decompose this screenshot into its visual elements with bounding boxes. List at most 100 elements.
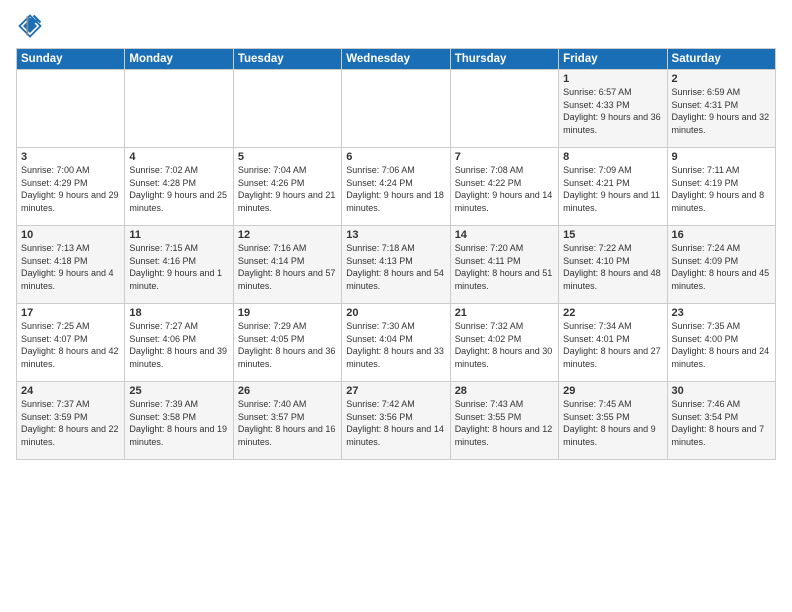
day-cell: [233, 70, 341, 148]
day-cell: 24Sunrise: 7:37 AM Sunset: 3:59 PM Dayli…: [17, 382, 125, 460]
logo-icon: [16, 12, 44, 40]
day-cell: 16Sunrise: 7:24 AM Sunset: 4:09 PM Dayli…: [667, 226, 775, 304]
day-cell: 15Sunrise: 7:22 AM Sunset: 4:10 PM Dayli…: [559, 226, 667, 304]
day-number: 19: [238, 307, 337, 319]
day-number: 2: [672, 73, 771, 85]
day-cell: 9Sunrise: 7:11 AM Sunset: 4:19 PM Daylig…: [667, 148, 775, 226]
week-row-4: 17Sunrise: 7:25 AM Sunset: 4:07 PM Dayli…: [17, 304, 776, 382]
day-number: 18: [129, 307, 228, 319]
day-info: Sunrise: 7:22 AM Sunset: 4:10 PM Dayligh…: [563, 242, 662, 292]
day-number: 6: [346, 151, 445, 163]
day-cell: 18Sunrise: 7:27 AM Sunset: 4:06 PM Dayli…: [125, 304, 233, 382]
day-cell: 4Sunrise: 7:02 AM Sunset: 4:28 PM Daylig…: [125, 148, 233, 226]
day-number: 4: [129, 151, 228, 163]
day-info: Sunrise: 7:04 AM Sunset: 4:26 PM Dayligh…: [238, 164, 337, 214]
col-header-sunday: Sunday: [17, 49, 125, 70]
day-info: Sunrise: 7:13 AM Sunset: 4:18 PM Dayligh…: [21, 242, 120, 292]
day-number: 27: [346, 385, 445, 397]
day-cell: [342, 70, 450, 148]
day-info: Sunrise: 7:09 AM Sunset: 4:21 PM Dayligh…: [563, 164, 662, 214]
day-number: 9: [672, 151, 771, 163]
day-info: Sunrise: 7:37 AM Sunset: 3:59 PM Dayligh…: [21, 398, 120, 448]
day-number: 26: [238, 385, 337, 397]
day-info: Sunrise: 7:06 AM Sunset: 4:24 PM Dayligh…: [346, 164, 445, 214]
day-cell: 12Sunrise: 7:16 AM Sunset: 4:14 PM Dayli…: [233, 226, 341, 304]
day-info: Sunrise: 7:02 AM Sunset: 4:28 PM Dayligh…: [129, 164, 228, 214]
week-row-2: 3Sunrise: 7:00 AM Sunset: 4:29 PM Daylig…: [17, 148, 776, 226]
day-info: Sunrise: 7:40 AM Sunset: 3:57 PM Dayligh…: [238, 398, 337, 448]
day-number: 23: [672, 307, 771, 319]
day-number: 25: [129, 385, 228, 397]
day-number: 3: [21, 151, 120, 163]
day-cell: 14Sunrise: 7:20 AM Sunset: 4:11 PM Dayli…: [450, 226, 558, 304]
day-number: 30: [672, 385, 771, 397]
header: [16, 12, 776, 40]
day-info: Sunrise: 7:32 AM Sunset: 4:02 PM Dayligh…: [455, 320, 554, 370]
day-info: Sunrise: 7:46 AM Sunset: 3:54 PM Dayligh…: [672, 398, 771, 448]
day-cell: [450, 70, 558, 148]
day-number: 7: [455, 151, 554, 163]
day-info: Sunrise: 7:39 AM Sunset: 3:58 PM Dayligh…: [129, 398, 228, 448]
day-info: Sunrise: 7:42 AM Sunset: 3:56 PM Dayligh…: [346, 398, 445, 448]
day-info: Sunrise: 7:35 AM Sunset: 4:00 PM Dayligh…: [672, 320, 771, 370]
day-number: 28: [455, 385, 554, 397]
day-cell: 5Sunrise: 7:04 AM Sunset: 4:26 PM Daylig…: [233, 148, 341, 226]
day-cell: 21Sunrise: 7:32 AM Sunset: 4:02 PM Dayli…: [450, 304, 558, 382]
day-number: 20: [346, 307, 445, 319]
day-cell: 20Sunrise: 7:30 AM Sunset: 4:04 PM Dayli…: [342, 304, 450, 382]
day-cell: 13Sunrise: 7:18 AM Sunset: 4:13 PM Dayli…: [342, 226, 450, 304]
day-number: 16: [672, 229, 771, 241]
day-number: 17: [21, 307, 120, 319]
day-cell: 29Sunrise: 7:45 AM Sunset: 3:55 PM Dayli…: [559, 382, 667, 460]
day-info: Sunrise: 7:20 AM Sunset: 4:11 PM Dayligh…: [455, 242, 554, 292]
day-number: 8: [563, 151, 662, 163]
col-header-monday: Monday: [125, 49, 233, 70]
day-info: Sunrise: 7:16 AM Sunset: 4:14 PM Dayligh…: [238, 242, 337, 292]
calendar-header-row: SundayMondayTuesdayWednesdayThursdayFrid…: [17, 49, 776, 70]
day-info: Sunrise: 7:08 AM Sunset: 4:22 PM Dayligh…: [455, 164, 554, 214]
day-number: 14: [455, 229, 554, 241]
day-number: 13: [346, 229, 445, 241]
page: SundayMondayTuesdayWednesdayThursdayFrid…: [0, 0, 792, 612]
day-number: 29: [563, 385, 662, 397]
day-cell: 25Sunrise: 7:39 AM Sunset: 3:58 PM Dayli…: [125, 382, 233, 460]
day-info: Sunrise: 6:57 AM Sunset: 4:33 PM Dayligh…: [563, 86, 662, 136]
day-cell: 28Sunrise: 7:43 AM Sunset: 3:55 PM Dayli…: [450, 382, 558, 460]
day-number: 15: [563, 229, 662, 241]
day-info: Sunrise: 7:18 AM Sunset: 4:13 PM Dayligh…: [346, 242, 445, 292]
day-cell: 22Sunrise: 7:34 AM Sunset: 4:01 PM Dayli…: [559, 304, 667, 382]
day-number: 1: [563, 73, 662, 85]
col-header-saturday: Saturday: [667, 49, 775, 70]
day-cell: 19Sunrise: 7:29 AM Sunset: 4:05 PM Dayli…: [233, 304, 341, 382]
day-number: 5: [238, 151, 337, 163]
day-info: Sunrise: 7:15 AM Sunset: 4:16 PM Dayligh…: [129, 242, 228, 292]
day-cell: 23Sunrise: 7:35 AM Sunset: 4:00 PM Dayli…: [667, 304, 775, 382]
col-header-wednesday: Wednesday: [342, 49, 450, 70]
day-info: Sunrise: 6:59 AM Sunset: 4:31 PM Dayligh…: [672, 86, 771, 136]
day-number: 22: [563, 307, 662, 319]
week-row-1: 1Sunrise: 6:57 AM Sunset: 4:33 PM Daylig…: [17, 70, 776, 148]
day-info: Sunrise: 7:24 AM Sunset: 4:09 PM Dayligh…: [672, 242, 771, 292]
day-cell: 2Sunrise: 6:59 AM Sunset: 4:31 PM Daylig…: [667, 70, 775, 148]
day-cell: 27Sunrise: 7:42 AM Sunset: 3:56 PM Dayli…: [342, 382, 450, 460]
day-cell: 6Sunrise: 7:06 AM Sunset: 4:24 PM Daylig…: [342, 148, 450, 226]
day-info: Sunrise: 7:29 AM Sunset: 4:05 PM Dayligh…: [238, 320, 337, 370]
day-info: Sunrise: 7:00 AM Sunset: 4:29 PM Dayligh…: [21, 164, 120, 214]
day-info: Sunrise: 7:27 AM Sunset: 4:06 PM Dayligh…: [129, 320, 228, 370]
day-cell: 11Sunrise: 7:15 AM Sunset: 4:16 PM Dayli…: [125, 226, 233, 304]
day-number: 11: [129, 229, 228, 241]
day-number: 24: [21, 385, 120, 397]
day-number: 21: [455, 307, 554, 319]
day-info: Sunrise: 7:11 AM Sunset: 4:19 PM Dayligh…: [672, 164, 771, 214]
day-cell: 7Sunrise: 7:08 AM Sunset: 4:22 PM Daylig…: [450, 148, 558, 226]
col-header-tuesday: Tuesday: [233, 49, 341, 70]
week-row-5: 24Sunrise: 7:37 AM Sunset: 3:59 PM Dayli…: [17, 382, 776, 460]
calendar: SundayMondayTuesdayWednesdayThursdayFrid…: [16, 48, 776, 460]
day-cell: 30Sunrise: 7:46 AM Sunset: 3:54 PM Dayli…: [667, 382, 775, 460]
col-header-friday: Friday: [559, 49, 667, 70]
logo: [16, 12, 48, 40]
day-cell: 17Sunrise: 7:25 AM Sunset: 4:07 PM Dayli…: [17, 304, 125, 382]
day-info: Sunrise: 7:45 AM Sunset: 3:55 PM Dayligh…: [563, 398, 662, 448]
day-cell: 10Sunrise: 7:13 AM Sunset: 4:18 PM Dayli…: [17, 226, 125, 304]
day-number: 12: [238, 229, 337, 241]
